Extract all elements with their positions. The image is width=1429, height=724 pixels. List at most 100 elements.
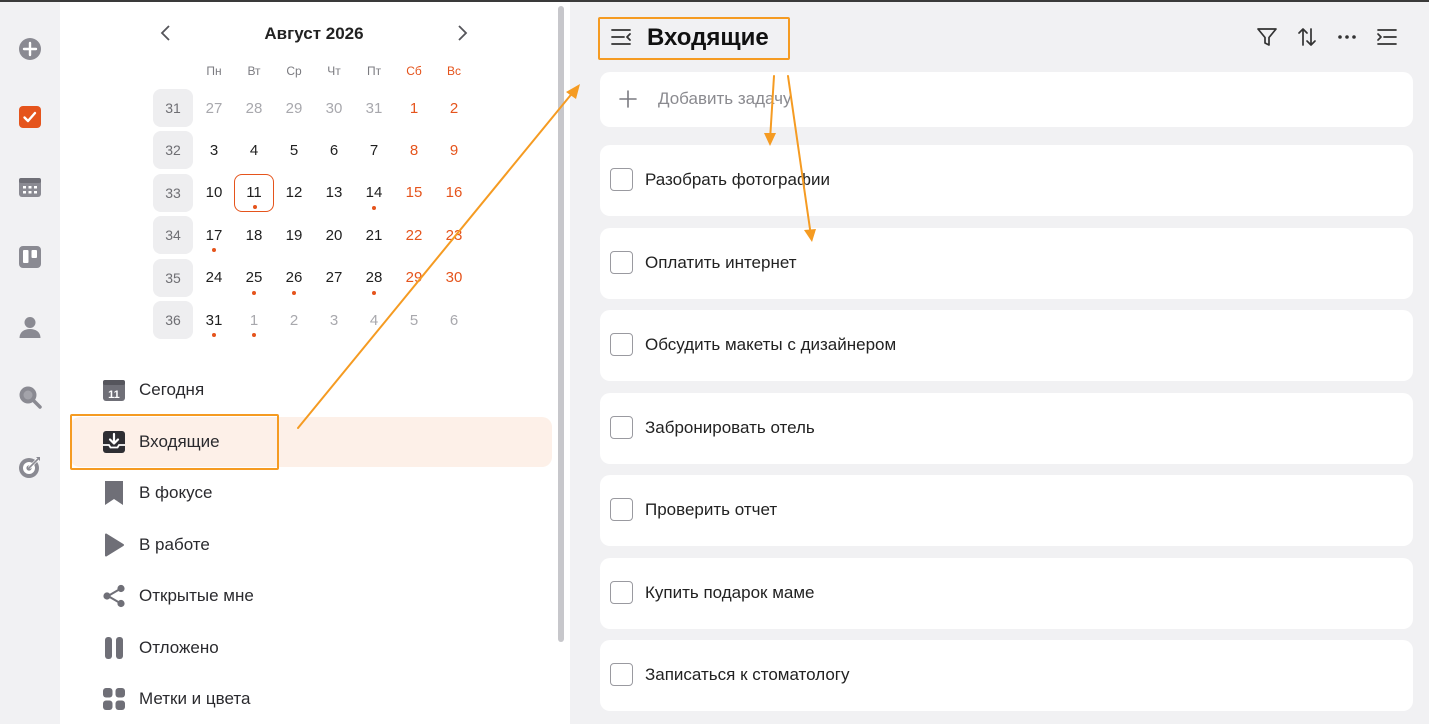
nav-focus[interactable]: В фокусе: [70, 468, 552, 518]
calendar-day[interactable]: 27: [194, 89, 234, 127]
task-item[interactable]: Оплатить интернет: [600, 227, 1413, 299]
calendar-day-number: 28: [365, 269, 383, 287]
calendar-day[interactable]: 31: [194, 301, 234, 339]
sidebar-scrollbar[interactable]: [558, 6, 564, 642]
nav-today[interactable]: 11 Сегодня: [70, 365, 552, 415]
week-number[interactable]: 31: [153, 89, 193, 127]
calendar-prev-button[interactable]: [156, 22, 176, 44]
calendar-day[interactable]: 22: [394, 216, 434, 254]
calendar-day-number: 13: [325, 184, 343, 202]
calendar-day[interactable]: 1: [394, 89, 434, 127]
nav-in-progress[interactable]: В работе: [70, 520, 552, 570]
calendar-day[interactable]: 7: [354, 131, 394, 169]
task-item[interactable]: Записаться к стоматологу: [600, 640, 1413, 711]
task-checkbox[interactable]: [610, 250, 633, 274]
nav-postponed[interactable]: Отложено: [70, 623, 552, 673]
calendar-day[interactable]: 4: [234, 131, 274, 169]
task-title: Проверить отчет: [645, 500, 778, 519]
weekday-header: Ср: [286, 64, 302, 78]
calendar-day-number: 27: [325, 269, 343, 287]
calendar-day[interactable]: 20: [314, 216, 354, 254]
calendar-day[interactable]: 3: [314, 301, 354, 339]
svg-text:11: 11: [108, 389, 120, 401]
calendar-day[interactable]: 15: [394, 174, 434, 212]
week-number[interactable]: 34: [153, 216, 193, 255]
calendar-day[interactable]: 13: [314, 174, 354, 212]
calendar-day-number: 2: [449, 99, 459, 117]
calendar-day[interactable]: 6: [314, 131, 354, 169]
event-dot: [212, 333, 216, 337]
calendar-day[interactable]: 5: [394, 301, 434, 339]
calendar-day[interactable]: 12: [274, 174, 314, 212]
nav-shared[interactable]: Открытые мне: [70, 571, 552, 621]
sort-icon: [1298, 28, 1316, 46]
calendar-day[interactable]: 29: [394, 259, 434, 297]
sort-button[interactable]: [1294, 24, 1320, 50]
week-number[interactable]: 36: [153, 301, 193, 339]
week-number[interactable]: 35: [153, 258, 193, 297]
calendar-icon[interactable]: [15, 172, 45, 202]
task-item[interactable]: Разобрать фотографии: [600, 145, 1413, 216]
search-icon[interactable]: [15, 382, 45, 412]
calendar-day[interactable]: 18: [234, 216, 274, 254]
calendar-day-number: 3: [329, 311, 339, 329]
calendar-next-button[interactable]: [452, 22, 472, 44]
calendar-day[interactable]: 23: [434, 216, 474, 254]
board-icon[interactable]: [15, 242, 45, 272]
week-number[interactable]: 33: [153, 173, 193, 212]
task-item[interactable]: Обсудить макеты с дизайнером: [600, 310, 1413, 381]
calendar-day-today[interactable]: 11: [234, 173, 274, 212]
nav-tags[interactable]: Метки и цвета: [70, 674, 552, 724]
task-checkbox[interactable]: [610, 663, 633, 686]
calendar-day[interactable]: 17: [194, 216, 234, 254]
filter-button[interactable]: [1254, 24, 1280, 50]
event-dot: [253, 204, 257, 209]
calendar-month-title: Август 2026: [264, 24, 364, 43]
calendar-day-number: 18: [245, 226, 263, 244]
calendar-day[interactable]: 28: [354, 259, 394, 297]
calendar-day[interactable]: 10: [194, 174, 234, 212]
calendar-day-number: 15: [405, 184, 423, 202]
task-checkbox[interactable]: [610, 580, 633, 604]
calendar-day[interactable]: 9: [434, 131, 474, 169]
task-checkbox[interactable]: [610, 498, 633, 521]
task-title: Разобрать фотографии: [645, 170, 830, 189]
calendar-day[interactable]: 28: [234, 89, 274, 127]
calendar-day[interactable]: 24: [194, 259, 234, 297]
calendar-day[interactable]: 29: [274, 89, 314, 127]
task-checkbox[interactable]: [610, 333, 633, 356]
calendar-day[interactable]: 30: [434, 259, 474, 297]
task-item[interactable]: Купить подарок маме: [600, 557, 1413, 629]
add-plus-circle-icon[interactable]: [15, 34, 45, 64]
calendar-day[interactable]: 1: [234, 301, 274, 339]
task-checkbox[interactable]: [610, 415, 633, 439]
calendar-day[interactable]: 16: [434, 174, 474, 212]
calendar-day[interactable]: 26: [274, 259, 314, 297]
task-checkbox[interactable]: [610, 168, 633, 191]
calendar-day[interactable]: 2: [274, 301, 314, 339]
more-button[interactable]: [1334, 24, 1360, 50]
calendar-day[interactable]: 25: [234, 259, 274, 297]
event-dot: [292, 290, 296, 295]
task-item[interactable]: Забронировать отель: [600, 392, 1413, 464]
calendar-day[interactable]: 19: [274, 216, 314, 254]
calendar-day[interactable]: 30: [314, 89, 354, 127]
calendar-day[interactable]: 8: [394, 131, 434, 169]
week-number[interactable]: 32: [153, 131, 193, 170]
calendar-day[interactable]: 14: [354, 174, 394, 212]
calendar-day[interactable]: 27: [314, 259, 354, 297]
calendar-day[interactable]: 6: [434, 301, 474, 339]
contacts-icon[interactable]: [15, 312, 45, 342]
nav-in-progress-label: В работе: [139, 535, 210, 554]
goal-target-icon[interactable]: [15, 452, 45, 482]
calendar-day[interactable]: 2: [434, 89, 474, 127]
calendar-day[interactable]: 5: [274, 131, 314, 169]
calendar-day[interactable]: 3: [194, 131, 234, 169]
calendar-day[interactable]: 21: [354, 216, 394, 254]
calendar-day[interactable]: 4: [354, 301, 394, 339]
details-panel-button[interactable]: [1374, 24, 1400, 50]
tasks-check-icon[interactable]: [15, 102, 45, 132]
calendar-day[interactable]: 31: [354, 89, 394, 127]
task-item[interactable]: Проверить отчет: [600, 475, 1413, 546]
weekday-header: Вт: [247, 64, 261, 78]
